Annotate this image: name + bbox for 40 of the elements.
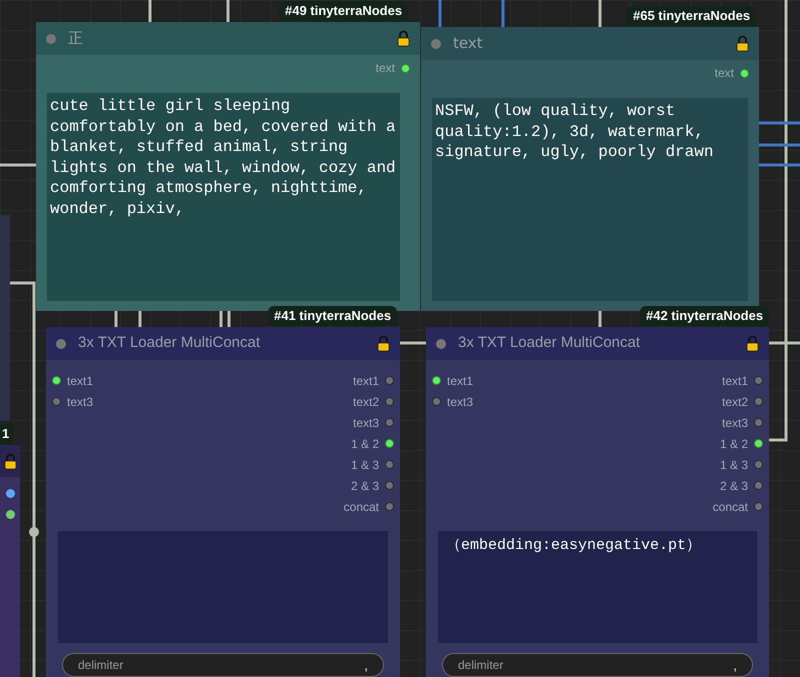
output-label: text2 bbox=[722, 394, 748, 410]
prompt-text-area[interactable]: NSFW, (low quality, worst quality:1.2), 3d, watermark, signature, ugly, poorly drawn bbox=[432, 98, 748, 301]
output-label: 2 & 3 bbox=[350, 478, 379, 494]
output-label: text1 bbox=[722, 372, 748, 390]
field-value: , bbox=[733, 658, 737, 672]
node-title: 3x TXT Loader MultiConcat bbox=[78, 333, 262, 354]
output-label: 1 & 2 bbox=[720, 436, 748, 452]
node-title: text bbox=[453, 33, 484, 54]
node-badge: 1 bbox=[0, 424, 14, 444]
output-label: text bbox=[376, 60, 395, 77]
prompt-text-area[interactable]: cute little girl sleeping comfortably on a bed, covered with a blanket, stuffed animal, string lights on the wall, window, cozy and comforting atmosphere, nighttime, wonder, pixiv, bbox=[47, 93, 400, 301]
output-label: text bbox=[714, 65, 734, 82]
output-label: concat bbox=[344, 498, 379, 516]
output-label: concat bbox=[712, 498, 748, 516]
output-label: 2 & 3 bbox=[720, 478, 748, 494]
delimiter-field[interactable]: delimiter , bbox=[62, 653, 384, 677]
output-label: text3 bbox=[352, 414, 379, 432]
node-header[interactable]: 3x TXT Loader MultiConcat bbox=[426, 327, 769, 360]
field-label: delimiter bbox=[78, 657, 124, 674]
node-badge: #42 tinyterraNodes bbox=[640, 306, 770, 326]
node-badge: #49 tinyterraNodes bbox=[279, 1, 408, 21]
output-label: 1 & 3 bbox=[350, 456, 379, 474]
output-label: text3 bbox=[722, 414, 748, 432]
input-label: text1 bbox=[67, 372, 94, 390]
node-title: 正 bbox=[68, 28, 84, 50]
input-label: text1 bbox=[447, 372, 474, 390]
node-title: 3x TXT Loader MultiConcat bbox=[458, 333, 642, 354]
field-value: , bbox=[364, 658, 368, 672]
field-label: delimiter bbox=[458, 657, 504, 674]
node-header[interactable]: 3x TXT Loader MultiConcat bbox=[46, 327, 400, 360]
delimiter-field[interactable]: delimiter , bbox=[442, 653, 753, 677]
output-label: text1 bbox=[352, 372, 379, 390]
node-badge: #41 tinyterraNodes bbox=[268, 306, 398, 326]
input-label: text3 bbox=[67, 394, 94, 410]
input-label: text3 bbox=[447, 394, 474, 410]
output-label: 1 & 2 bbox=[350, 436, 379, 452]
node-badge: #65 tinyterraNodes bbox=[627, 6, 756, 26]
output-label: 1 & 3 bbox=[720, 456, 748, 474]
text-area[interactable]: （embedding:easynegative.pt） bbox=[438, 531, 757, 643]
output-label: text2 bbox=[352, 394, 379, 410]
